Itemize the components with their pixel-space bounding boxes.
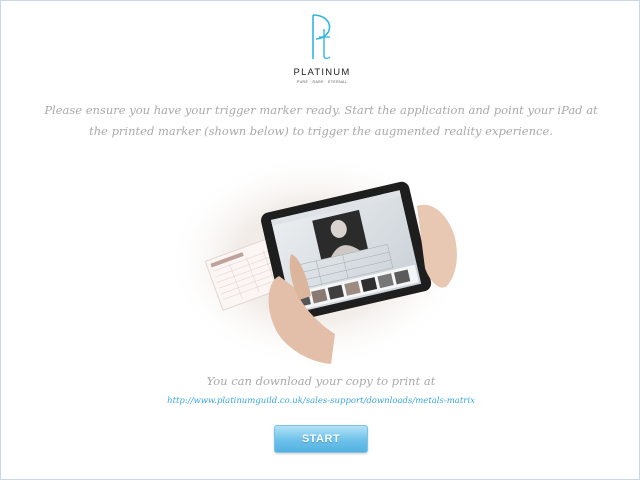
download-link[interactable]: http://www.platinumguild.co.uk/sales-sup… [1,396,640,406]
start-button[interactable]: START [274,425,368,453]
instructions-text: Please ensure you have your trigger mark… [44,103,598,138]
download-instructions: You can download your copy to print at [206,374,436,388]
ipad-marker-illustration [171,156,466,369]
logo-tagline: PURE · RARE · ETERNAL [296,80,348,84]
logo-wordmark: PLATINUM [293,67,351,78]
platinum-logo: PLATINUM PURE · RARE · ETERNAL [291,13,353,85]
page: PLATINUM PURE · RARE · ETERNAL Please en… [0,0,640,480]
platinum-monogram-icon [312,14,331,60]
